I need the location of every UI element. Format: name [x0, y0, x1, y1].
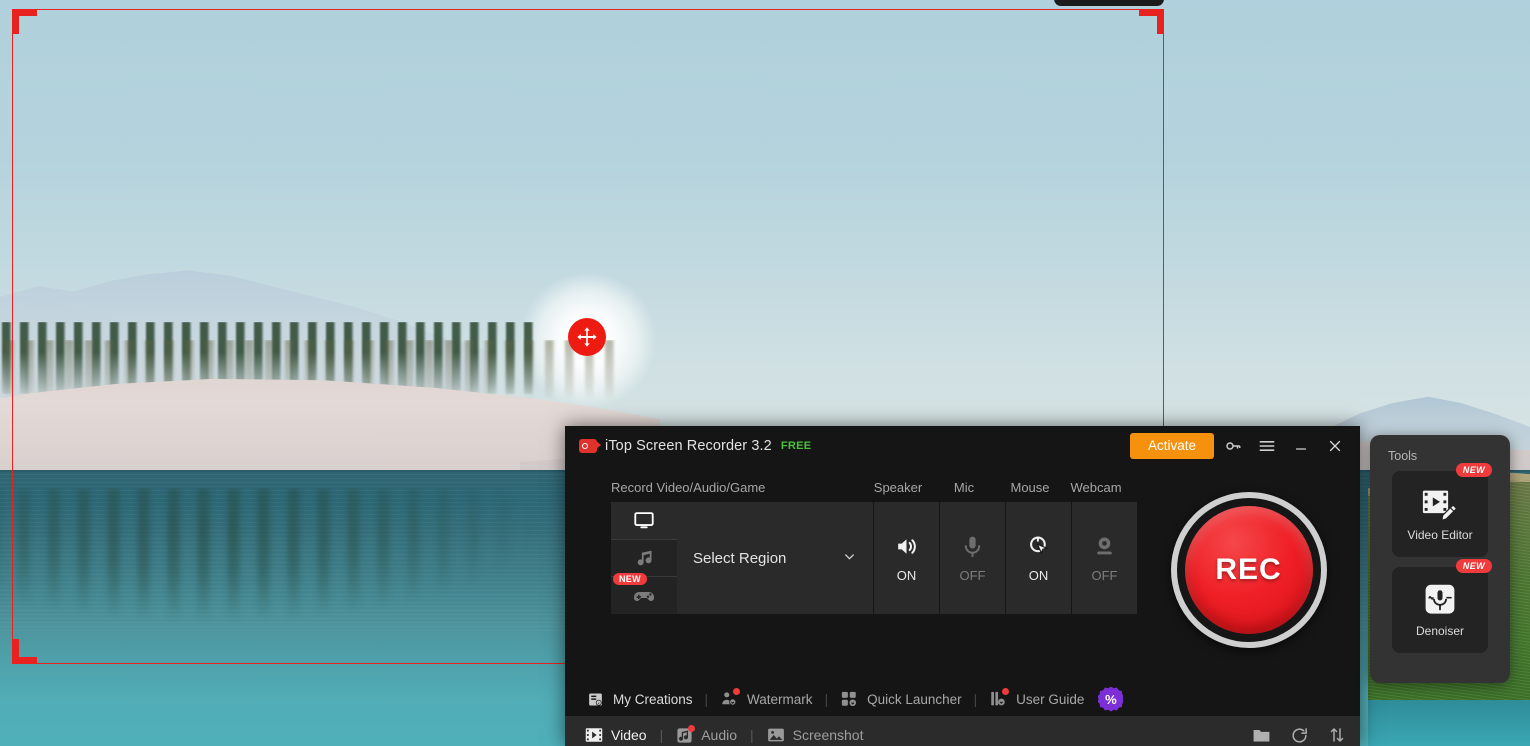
tab-separator: |: [660, 727, 664, 743]
sort-icon[interactable]: [1328, 726, 1346, 744]
hamburger-menu-icon[interactable]: [1252, 431, 1282, 461]
folder-icon[interactable]: [1252, 727, 1271, 744]
user-guide-link[interactable]: User Guide: [989, 690, 1084, 708]
close-icon[interactable]: [1320, 431, 1350, 461]
notification-dot: [688, 725, 695, 732]
mic-label: Mic: [931, 480, 997, 502]
window-titlebar: iTop Screen Recorder 3.2 FREE Activate: [565, 426, 1360, 466]
bottom-tabbar: Video | Audio | Screenshot: [565, 716, 1360, 746]
mouse-state: ON: [1029, 568, 1049, 583]
watermark-link[interactable]: Watermark: [720, 690, 813, 708]
webcam-icon: [1092, 534, 1117, 559]
speaker-toggle[interactable]: ON: [873, 502, 939, 614]
webcam-toggle[interactable]: OFF: [1071, 502, 1137, 614]
recorder-window: iTop Screen Recorder 3.2 FREE Activate R…: [565, 426, 1360, 746]
tools-panel: Tools NEW Video Editor NEW Denoiser: [1370, 435, 1510, 683]
denoiser-icon: [1420, 583, 1460, 619]
free-badge: FREE: [781, 440, 812, 452]
music-note-icon: [634, 548, 655, 569]
video-icon: [585, 727, 603, 743]
webcam-state: OFF: [1092, 568, 1118, 583]
rec-button[interactable]: REC: [1171, 492, 1327, 648]
column-labels: Record Video/Audio/Game Speaker Mic Mous…: [611, 480, 1137, 502]
user-guide-label: User Guide: [1016, 692, 1084, 707]
tabbar-right-actions: [1252, 726, 1346, 745]
rec-button-area: REC: [1137, 480, 1360, 682]
rec-button-label: REC: [1215, 553, 1281, 587]
new-tag: NEW: [613, 573, 647, 585]
mode-game-button[interactable]: NEW: [611, 577, 677, 614]
watermark-icon: [720, 690, 738, 708]
notification-dot: [1002, 688, 1009, 695]
monitor-icon: [633, 509, 655, 531]
app-title: iTop Screen Recorder 3.2: [605, 438, 772, 454]
record-label: Record Video/Audio/Game: [611, 480, 865, 502]
mouse-cursor-icon: [1026, 533, 1052, 559]
tab-audio[interactable]: Audio: [676, 727, 737, 744]
camera-recorder-icon: [579, 439, 597, 453]
quick-launcher-link[interactable]: Quick Launcher: [840, 690, 962, 708]
video-editor-icon: [1420, 487, 1460, 523]
mouse-toggle[interactable]: ON: [1005, 502, 1071, 614]
region-select-dropdown[interactable]: Select Region: [677, 502, 873, 614]
my-creations-label: My Creations: [613, 692, 693, 707]
new-tag: NEW: [1456, 463, 1492, 477]
watermark-label: Watermark: [747, 692, 813, 707]
notification-dot: [733, 688, 740, 695]
quick-launcher-icon: [840, 690, 858, 708]
tool-denoiser[interactable]: NEW Denoiser: [1392, 567, 1488, 653]
tab-separator: |: [750, 727, 754, 743]
tab-video[interactable]: Video: [585, 727, 647, 743]
webcam-label: Webcam: [1063, 480, 1129, 502]
mode-selector-column: NEW: [611, 502, 677, 614]
tab-screenshot-label: Screenshot: [793, 727, 864, 743]
tab-audio-label: Audio: [701, 727, 737, 743]
quick-launcher-label: Quick Launcher: [867, 692, 962, 707]
tool-video-editor-label: Video Editor: [1407, 528, 1472, 542]
tree-reflection: [0, 488, 620, 638]
refresh-icon[interactable]: [1290, 726, 1309, 745]
speaker-state: ON: [897, 568, 917, 583]
link-separator: |: [705, 692, 709, 707]
mic-state: OFF: [960, 568, 986, 583]
speaker-label: Speaker: [865, 480, 931, 502]
tab-video-label: Video: [611, 727, 647, 743]
modules-row: NEW Select Region: [611, 502, 1137, 614]
recorder-body: Record Video/Audio/Game Speaker Mic Mous…: [565, 466, 1360, 682]
new-tag: NEW: [1456, 559, 1492, 573]
key-icon[interactable]: [1218, 431, 1248, 461]
audio-icon: [676, 727, 693, 744]
link-separator: |: [825, 692, 829, 707]
gamepad-icon: [632, 584, 656, 608]
mic-toggle[interactable]: OFF: [939, 502, 1005, 614]
region-value: Select Region: [693, 550, 842, 567]
discount-badge[interactable]: %: [1098, 687, 1123, 712]
move-handle-icon[interactable]: [568, 318, 606, 356]
quick-links-row: My Creations | Watermark |: [565, 682, 1360, 716]
mouse-label: Mouse: [997, 480, 1063, 502]
offscreen-toolbar-strip: [1054, 0, 1164, 6]
link-separator: |: [974, 692, 978, 707]
mode-screen-button[interactable]: [611, 502, 677, 539]
microphone-icon: [960, 534, 985, 559]
tool-video-editor[interactable]: NEW Video Editor: [1392, 471, 1488, 557]
controls-block: Record Video/Audio/Game Speaker Mic Mous…: [565, 480, 1137, 682]
tool-denoiser-label: Denoiser: [1416, 624, 1464, 638]
water-right-edge: [1368, 700, 1530, 746]
screenshot-icon: [767, 727, 785, 743]
speaker-icon: [894, 534, 919, 559]
chevron-down-icon: [842, 549, 857, 567]
tools-title: Tools: [1370, 449, 1510, 463]
tab-screenshot[interactable]: Screenshot: [767, 727, 864, 743]
my-creations-icon: [587, 691, 604, 708]
user-guide-icon: [989, 690, 1007, 708]
my-creations-link[interactable]: My Creations: [587, 691, 693, 708]
activate-button[interactable]: Activate: [1130, 433, 1214, 459]
minimize-icon[interactable]: [1286, 431, 1316, 461]
mode-audio-button[interactable]: [611, 539, 677, 578]
